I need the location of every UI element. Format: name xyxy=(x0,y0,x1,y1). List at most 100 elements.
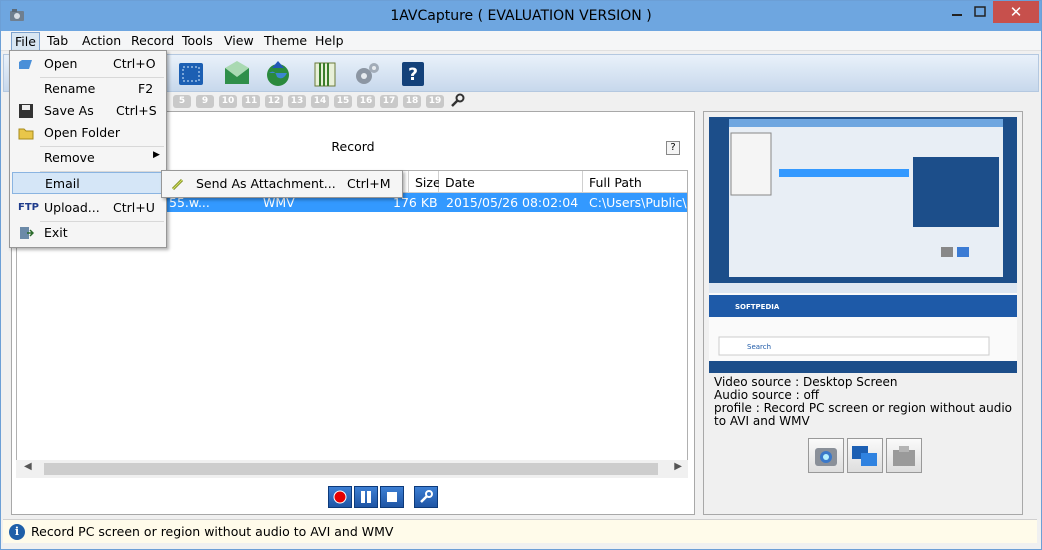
preset-button[interactable]: 5 xyxy=(173,95,191,108)
file-menu-dropdown: Open Ctrl+O Rename F2 Save As Ctrl+S Ope… xyxy=(9,50,167,248)
menu-item-open[interactable]: Open Ctrl+O xyxy=(12,53,164,75)
preset-button[interactable]: 16 xyxy=(357,95,375,108)
menu-item-exit[interactable]: Exit xyxy=(12,222,164,244)
menu-item-label: Email xyxy=(45,176,80,191)
paperclip-icon xyxy=(171,178,184,191)
stop-icon xyxy=(387,492,397,502)
shortcut-label: Ctrl+U xyxy=(113,200,155,215)
email-submenu: Send As Attachment... Ctrl+M xyxy=(161,170,403,198)
app-window: 1AVCapture ( EVALUATION VERSION ) ✕ File… xyxy=(0,0,1042,550)
menu-item-email[interactable]: Email xyxy=(12,172,164,194)
exit-icon xyxy=(20,227,34,239)
menu-item-label: Save As xyxy=(44,103,94,118)
menu-help[interactable]: Help xyxy=(311,33,348,48)
menu-action[interactable]: Action xyxy=(78,33,125,48)
region-button[interactable] xyxy=(886,438,922,473)
scroll-thumb[interactable] xyxy=(44,463,658,475)
settings-gears-icon[interactable] xyxy=(352,59,382,89)
stop-button[interactable] xyxy=(380,486,404,508)
maximize-icon xyxy=(974,6,986,17)
preset-button[interactable]: 14 xyxy=(311,95,329,108)
preset-button[interactable]: 18 xyxy=(403,95,421,108)
mail-icon[interactable] xyxy=(222,59,252,89)
preset-button[interactable]: 10 xyxy=(219,95,237,108)
shortcut-label: Ctrl+S xyxy=(116,103,157,118)
wrench-icon xyxy=(420,490,433,503)
record-icon xyxy=(333,490,347,504)
scroll-right-icon[interactable]: ▶ xyxy=(674,461,682,472)
menu-bar: File Tab Action Record Tools View Theme … xyxy=(1,31,1041,51)
menu-tools[interactable]: Tools xyxy=(178,33,217,48)
open-icon xyxy=(19,60,32,69)
menu-item-upload[interactable]: FTP Upload... Ctrl+U xyxy=(12,197,164,219)
menu-item-label: Open xyxy=(44,56,78,71)
menu-item-label: Upload... xyxy=(44,200,100,215)
title-bar[interactable]: 1AVCapture ( EVALUATION VERSION ) ✕ xyxy=(1,1,1041,31)
cell-path: C:\Users\Public\D xyxy=(589,195,688,210)
menu-item-label: Exit xyxy=(44,225,68,240)
folder-icon xyxy=(18,128,34,140)
preset-button[interactable]: 13 xyxy=(288,95,306,108)
dual-screen-icon xyxy=(852,445,877,466)
menu-record[interactable]: Record xyxy=(127,33,178,48)
menu-view[interactable]: View xyxy=(220,33,258,48)
status-bar: i Record PC screen or region without aud… xyxy=(3,519,1037,543)
preset-button[interactable]: 11 xyxy=(242,95,260,108)
info-icon: i xyxy=(9,524,25,540)
webcam-button[interactable] xyxy=(808,438,844,473)
column-header-date[interactable]: Date xyxy=(439,171,583,193)
preset-button[interactable]: 12 xyxy=(265,95,283,108)
window-title: 1AVCapture ( EVALUATION VERSION ) xyxy=(390,8,652,24)
region-icon xyxy=(893,445,915,466)
column-header-path[interactable]: Full Path xyxy=(583,171,687,193)
menu-item-save-as[interactable]: Save As Ctrl+S xyxy=(12,100,164,122)
shortcut-label: Ctrl+O xyxy=(113,56,156,71)
profile-text: profile : Record PC screen or region wit… xyxy=(714,401,1013,428)
column-header-size[interactable]: Size xyxy=(409,171,441,193)
menu-item-send-as-attachment[interactable]: Send As Attachment... Ctrl+M xyxy=(164,173,400,195)
help-button[interactable]: ? xyxy=(666,141,680,155)
preset-button[interactable]: 19 xyxy=(426,95,444,108)
record-button[interactable] xyxy=(328,486,352,508)
screen-preview-image: SOFTPEDIA Search xyxy=(709,117,1017,373)
book-icon[interactable] xyxy=(310,59,340,89)
screen-button[interactable] xyxy=(847,438,883,473)
preset-button[interactable]: 17 xyxy=(380,95,398,108)
region-capture-icon[interactable] xyxy=(176,59,206,89)
webcam-icon xyxy=(815,447,837,466)
menu-file[interactable]: File xyxy=(11,32,40,51)
svg-text:?: ? xyxy=(408,65,418,85)
shortcut-label: F2 xyxy=(138,81,154,96)
close-button[interactable]: ✕ xyxy=(993,1,1039,23)
menu-tab[interactable]: Tab xyxy=(43,33,72,48)
menu-item-rename[interactable]: Rename F2 xyxy=(12,78,164,100)
pause-icon xyxy=(361,491,371,503)
preview-logo-text: SOFTPEDIA xyxy=(735,303,780,311)
menu-theme[interactable]: Theme xyxy=(260,33,311,48)
maximize-button[interactable] xyxy=(967,1,993,23)
tools-button[interactable] xyxy=(414,486,438,508)
submenu-arrow-icon: ▶ xyxy=(153,150,160,160)
preview-search-text: Search xyxy=(747,343,771,351)
preset-button[interactable]: 9 xyxy=(196,95,214,108)
menu-item-open-folder[interactable]: Open Folder xyxy=(12,122,164,144)
source-info: Video source : Desktop Screen Audio sour… xyxy=(714,376,1018,428)
menu-item-label: Open Folder xyxy=(44,125,120,140)
horizontal-scrollbar[interactable]: ◀ ▶ xyxy=(16,460,688,478)
shortcut-label: Ctrl+M xyxy=(347,176,391,191)
preset-button[interactable]: 15 xyxy=(334,95,352,108)
pause-button[interactable] xyxy=(354,486,378,508)
save-icon xyxy=(19,104,33,118)
minimize-icon xyxy=(952,14,962,16)
scroll-left-icon[interactable]: ◀ xyxy=(24,461,32,472)
cell-date: 2015/05/26 08:02:04 xyxy=(446,195,579,210)
menu-item-label: Remove xyxy=(44,150,95,165)
globe-upload-icon[interactable] xyxy=(263,59,293,89)
menu-item-label: Rename xyxy=(44,81,96,96)
menu-item-remove[interactable]: Remove ▶ xyxy=(12,147,164,169)
ftp-icon: FTP xyxy=(18,202,39,213)
close-icon: ✕ xyxy=(1009,3,1023,21)
wrench-icon[interactable] xyxy=(449,93,465,109)
help-book-icon[interactable]: ? xyxy=(398,59,428,89)
status-text: Record PC screen or region without audio… xyxy=(31,524,394,539)
